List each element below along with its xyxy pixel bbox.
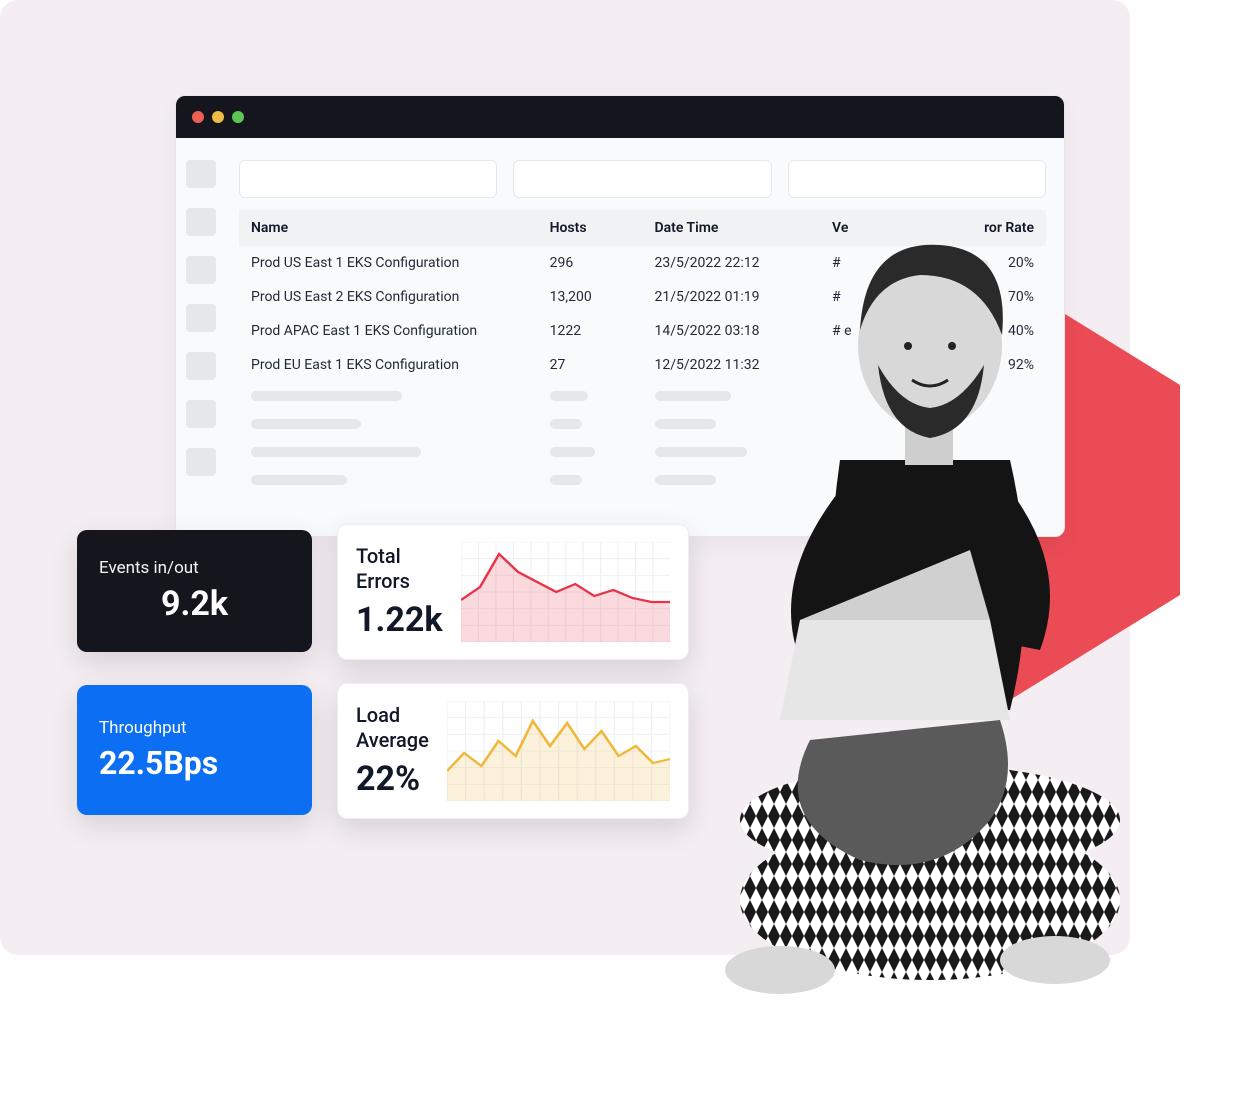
load-average-sparkline: [447, 701, 670, 801]
events-label: Events in/out: [99, 558, 290, 578]
table-row[interactable]: Prod US East 2 EKS Configuration13,20021…: [239, 280, 1046, 314]
sidebar-item[interactable]: [186, 400, 216, 428]
filter-input[interactable]: [513, 160, 771, 198]
table-row[interactable]: Prod APAC East 1 EKS Configuration122214…: [239, 314, 1046, 348]
cell-name: Prod US East 2 EKS Configuration: [239, 280, 538, 314]
sidebar-item[interactable]: [186, 448, 216, 476]
cell-hosts: 1222: [538, 314, 643, 348]
load-average-label: Load Average: [356, 703, 429, 753]
config-table: Name Hosts Date Time Ve ror Rate Prod US…: [239, 210, 1046, 494]
cell-datetime: 21/5/2022 01:19: [643, 280, 821, 314]
close-icon[interactable]: [192, 111, 204, 123]
sidebar-item[interactable]: [186, 256, 216, 284]
events-tile: Events in/out 9.2k: [77, 530, 312, 652]
table-row[interactable]: Prod EU East 1 EKS Configuration2712/5/2…: [239, 348, 1046, 382]
filter-input[interactable]: [788, 160, 1046, 198]
table-row-placeholder: [239, 466, 1046, 494]
cell-name: Prod US East 1 EKS Configuration: [239, 246, 538, 280]
cell-error-rate: 92%: [885, 348, 1046, 382]
col-version[interactable]: Ve: [820, 210, 885, 246]
col-datetime[interactable]: Date Time: [643, 210, 821, 246]
cell-version: [820, 348, 885, 382]
load-average-tile: Load Average 22%: [337, 683, 689, 819]
cell-hosts: 27: [538, 348, 643, 382]
sidebar-item[interactable]: [186, 352, 216, 380]
cell-datetime: 12/5/2022 11:32: [643, 348, 821, 382]
sidebar-item[interactable]: [186, 160, 216, 188]
filter-row: [239, 160, 1046, 198]
cell-name: Prod APAC East 1 EKS Configuration: [239, 314, 538, 348]
table-row-placeholder: [239, 438, 1046, 466]
filter-input[interactable]: [239, 160, 497, 198]
maximize-icon[interactable]: [232, 111, 244, 123]
cell-hosts: 296: [538, 246, 643, 280]
load-average-value: 22%: [356, 759, 429, 799]
cell-error-rate: 70%: [885, 280, 1046, 314]
table-row[interactable]: Prod US East 1 EKS Configuration29623/5/…: [239, 246, 1046, 280]
cell-error-rate: 20%: [885, 246, 1046, 280]
total-errors-sparkline: [461, 542, 670, 642]
sidebar: [176, 138, 231, 536]
total-errors-label: Total Errors: [356, 544, 443, 594]
sidebar-item[interactable]: [186, 304, 216, 332]
col-hosts[interactable]: Hosts: [538, 210, 643, 246]
sidebar-item[interactable]: [186, 208, 216, 236]
window-titlebar: [176, 96, 1064, 138]
events-value: 9.2k: [99, 584, 290, 624]
total-errors-tile: Total Errors 1.22k: [337, 524, 689, 660]
cell-version: # e: [820, 314, 885, 348]
cell-datetime: 14/5/2022 03:18: [643, 314, 821, 348]
col-name[interactable]: Name: [239, 210, 538, 246]
cell-version: #: [820, 246, 885, 280]
throughput-tile: Throughput 22.5Bps: [77, 685, 312, 815]
throughput-label: Throughput: [99, 718, 290, 738]
throughput-value: 22.5Bps: [99, 744, 290, 782]
table-row-placeholder: [239, 410, 1046, 438]
dashboard-window: Name Hosts Date Time Ve ror Rate Prod US…: [175, 95, 1065, 537]
table-row-placeholder: [239, 382, 1046, 410]
col-error-rate[interactable]: ror Rate: [885, 210, 1046, 246]
cell-hosts: 13,200: [538, 280, 643, 314]
total-errors-value: 1.22k: [356, 600, 443, 640]
cell-datetime: 23/5/2022 22:12: [643, 246, 821, 280]
minimize-icon[interactable]: [212, 111, 224, 123]
cell-name: Prod EU East 1 EKS Configuration: [239, 348, 538, 382]
cell-error-rate: 40%: [885, 314, 1046, 348]
cell-version: #: [820, 280, 885, 314]
